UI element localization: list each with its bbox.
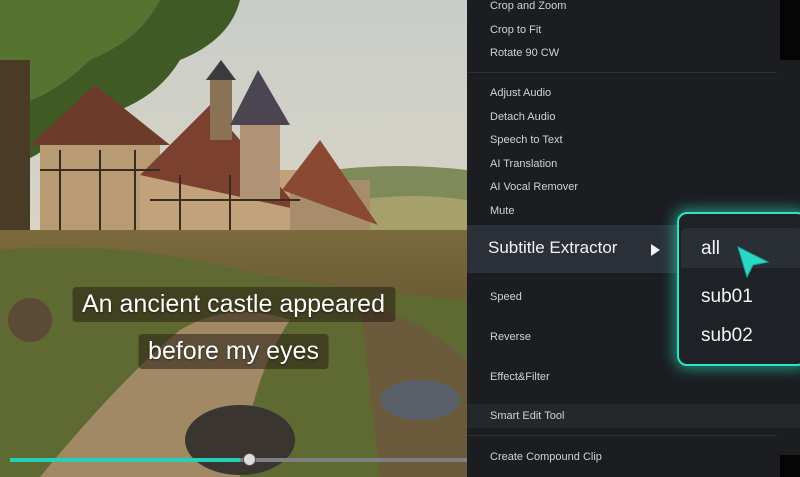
video-preview[interactable]: An ancient castle appeared before my eye… <box>0 0 467 477</box>
playback-progress-bar[interactable] <box>10 453 467 466</box>
menu-item-speed[interactable]: Speed <box>490 291 522 303</box>
subtitle-extractor-label: Subtitle Extractor <box>488 238 618 257</box>
menu-item-crop-and-zoom[interactable]: Crop and Zoom <box>490 0 566 12</box>
menu-item-speech-to-text[interactable]: Speech to Text <box>490 134 563 146</box>
subtitle-line-1: An ancient castle appeared <box>72 287 395 322</box>
screen-edge <box>780 455 800 477</box>
submenu-option-sub02[interactable]: sub02 <box>701 325 753 347</box>
menu-item-rotate-90-cw[interactable]: Rotate 90 CW <box>490 47 559 59</box>
submenu-option-sub01[interactable]: sub01 <box>701 286 753 308</box>
menu-item-effect-filter[interactable]: Effect&Filter <box>490 371 550 383</box>
video-frame-castle <box>0 0 467 477</box>
menu-item-mute[interactable]: Mute <box>490 205 514 217</box>
subtitle-line-2: before my eyes <box>138 334 329 369</box>
menu-item-adjust-audio[interactable]: Adjust Audio <box>490 87 551 99</box>
menu-item-smart-edit-tool[interactable]: Smart Edit Tool <box>490 410 564 422</box>
menu-item-reverse[interactable]: Reverse <box>490 331 531 343</box>
menu-item-detach-audio[interactable]: Detach Audio <box>490 111 555 123</box>
menu-item-ai-translation[interactable]: AI Translation <box>490 158 557 170</box>
submenu-option-all[interactable]: all <box>701 238 720 260</box>
menu-item-crop-to-fit[interactable]: Crop to Fit <box>490 24 541 36</box>
menu-item-create-compound-clip[interactable]: Create Compound Clip <box>490 451 602 463</box>
menu-separator <box>467 72 777 73</box>
menu-separator <box>467 435 777 436</box>
menu-item-ai-vocal-remover[interactable]: AI Vocal Remover <box>490 181 578 193</box>
screen-edge <box>780 0 800 60</box>
progress-fill <box>10 458 240 462</box>
subtitle-track-submenu: all sub01 sub02 <box>677 212 800 366</box>
chevron-right-icon <box>651 244 660 256</box>
cursor-arrow-icon <box>737 246 770 279</box>
progress-scrubber-handle[interactable] <box>243 453 256 466</box>
